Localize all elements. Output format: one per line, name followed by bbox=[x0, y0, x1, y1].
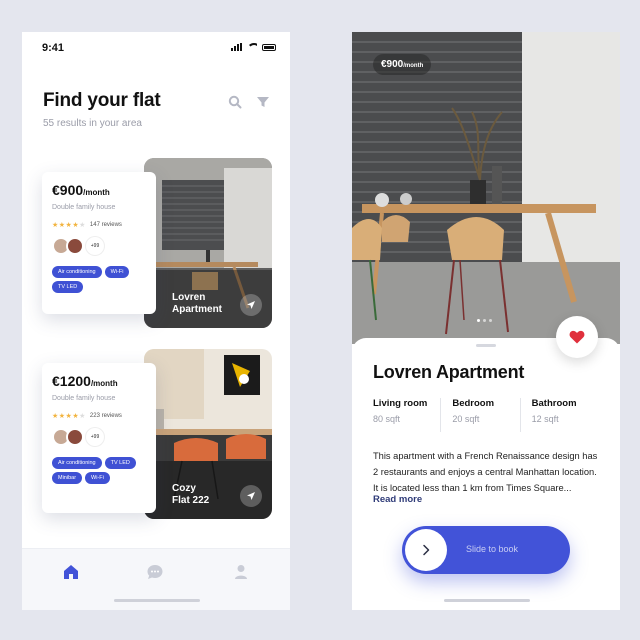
listing-card[interactable]: Lovren Apartment €900/month Double famil… bbox=[42, 158, 272, 328]
navigation-arrow-icon bbox=[247, 492, 255, 500]
page-title: Find your flat bbox=[43, 90, 161, 111]
listing-name-line2: Flat 222 bbox=[172, 495, 210, 506]
profile-icon[interactable] bbox=[232, 563, 250, 581]
rating: ★★★★★ 223 reviews bbox=[52, 412, 146, 420]
amenity-tag: TV LED bbox=[52, 281, 84, 293]
amenity-tag: Wi-Fi bbox=[85, 472, 110, 484]
detail-sheet: Lovren Apartment Living room 80 sqft Bed… bbox=[352, 316, 620, 610]
amenity-tag: Air conditioning bbox=[52, 457, 102, 469]
battery-icon bbox=[262, 43, 276, 51]
listing-type: Double family house bbox=[52, 204, 116, 211]
read-more-link[interactable]: Read more bbox=[373, 494, 422, 505]
listing-name-line1: Lovren bbox=[172, 292, 206, 303]
amenity-tag: Wi-Fi bbox=[104, 266, 130, 278]
star-rating-icon: ★★★★★ bbox=[52, 222, 86, 229]
carousel-dots[interactable] bbox=[477, 319, 492, 322]
carousel-dot[interactable] bbox=[483, 319, 486, 322]
wifi-icon bbox=[247, 43, 257, 51]
chat-icon[interactable] bbox=[146, 563, 164, 581]
results-count: 55 results in your area bbox=[43, 118, 142, 129]
slide-to-book-slider[interactable]: Slide to book bbox=[402, 526, 570, 574]
spec-label: Living room bbox=[373, 398, 428, 409]
slider-label: Slide to book bbox=[466, 544, 519, 554]
spec-item: Living room 80 sqft bbox=[373, 398, 440, 432]
room-specs: Living room 80 sqft Bedroom 20 sqft Bath… bbox=[373, 398, 599, 432]
header-actions bbox=[228, 95, 270, 109]
avatar bbox=[66, 428, 84, 446]
navigate-button[interactable] bbox=[240, 485, 262, 507]
carousel-dot[interactable] bbox=[477, 319, 480, 322]
navigation-arrow-icon bbox=[247, 301, 255, 309]
more-avatars-badge: +99 bbox=[86, 237, 104, 255]
listing-name-line2: Apartment bbox=[172, 304, 223, 315]
sheet-handle[interactable] bbox=[476, 344, 496, 347]
apartment-title: Lovren Apartment bbox=[373, 362, 525, 382]
spec-label: Bathroom bbox=[531, 398, 577, 409]
status-bar: 9:41 bbox=[22, 32, 290, 62]
amenity-tags: Air conditioning Wi-Fi TV LED bbox=[52, 266, 146, 293]
amenity-tag: Minibar bbox=[52, 472, 83, 484]
price-value: €900 bbox=[52, 182, 84, 198]
home-indicator bbox=[444, 599, 530, 602]
avatar-group: +99 bbox=[52, 428, 146, 446]
price-badge: €900/month bbox=[373, 54, 432, 75]
home-indicator bbox=[114, 599, 200, 602]
listing-photo[interactable]: Lovren Apartment bbox=[144, 158, 272, 328]
listing-card[interactable]: Cozy Flat 222 €1200/month Double family … bbox=[42, 349, 272, 519]
favorite-button[interactable] bbox=[556, 316, 598, 358]
price-unit: /month bbox=[83, 188, 110, 197]
carousel-dot[interactable] bbox=[489, 319, 492, 322]
more-avatars-badge: +99 bbox=[86, 428, 104, 446]
spec-item: Bedroom 20 sqft bbox=[440, 398, 519, 432]
spec-label: Bedroom bbox=[452, 398, 495, 409]
listing-name-line1: Cozy bbox=[172, 483, 196, 494]
price-unit: /month bbox=[403, 63, 424, 69]
filter-icon[interactable] bbox=[256, 95, 270, 109]
listing-name: Cozy Flat 222 bbox=[172, 483, 209, 507]
navigate-button[interactable] bbox=[240, 294, 262, 316]
amenity-tag: Air conditioning bbox=[52, 266, 102, 278]
listing-type: Double family house bbox=[52, 395, 116, 402]
listing-info: €1200/month Double family house ★★★★★ 22… bbox=[42, 363, 156, 513]
slider-knob[interactable] bbox=[405, 529, 447, 571]
spec-value: 80 sqft bbox=[373, 414, 401, 424]
heart-icon bbox=[569, 330, 585, 344]
price-value: €900 bbox=[381, 59, 404, 70]
listing-screen: 9:41 Find your flat 55 results in your a… bbox=[22, 32, 290, 610]
avatar-group: +99 bbox=[52, 237, 146, 255]
search-icon[interactable] bbox=[228, 95, 242, 109]
home-icon[interactable] bbox=[62, 563, 80, 581]
amenity-tags: Air conditioning TV LED Minibar Wi-Fi bbox=[52, 457, 146, 484]
spec-value: 20 sqft bbox=[452, 414, 480, 424]
review-count: 147 reviews bbox=[89, 222, 122, 228]
spec-value: 12 sqft bbox=[531, 414, 559, 424]
detail-screen: €900/month Lovren Apartment Living room … bbox=[352, 32, 620, 610]
listing-info: €900/month Double family house ★★★★★ 147… bbox=[42, 172, 156, 314]
star-rating-icon: ★★★★★ bbox=[52, 413, 86, 420]
listing-photo[interactable]: Cozy Flat 222 bbox=[144, 349, 272, 519]
chevron-right-icon bbox=[423, 544, 430, 556]
price-unit: /month bbox=[90, 379, 118, 388]
amenity-tag: TV LED bbox=[104, 457, 136, 469]
listing-name: Lovren Apartment bbox=[172, 292, 222, 316]
listing-price: €1200/month bbox=[52, 373, 146, 389]
status-time: 9:41 bbox=[42, 42, 65, 54]
status-icons bbox=[231, 43, 276, 51]
description: This apartment with a French Renaissance… bbox=[373, 451, 598, 493]
spec-item: Bathroom 12 sqft bbox=[519, 398, 599, 432]
price-value: €1200 bbox=[52, 373, 91, 389]
review-count: 223 reviews bbox=[89, 413, 122, 419]
signal-icon bbox=[231, 43, 242, 51]
tab-bar bbox=[22, 548, 290, 610]
avatar bbox=[66, 237, 84, 255]
rating: ★★★★★ 147 reviews bbox=[52, 221, 146, 229]
apartment-photo[interactable]: €900/month bbox=[352, 32, 620, 344]
listing-price: €900/month bbox=[52, 182, 146, 198]
